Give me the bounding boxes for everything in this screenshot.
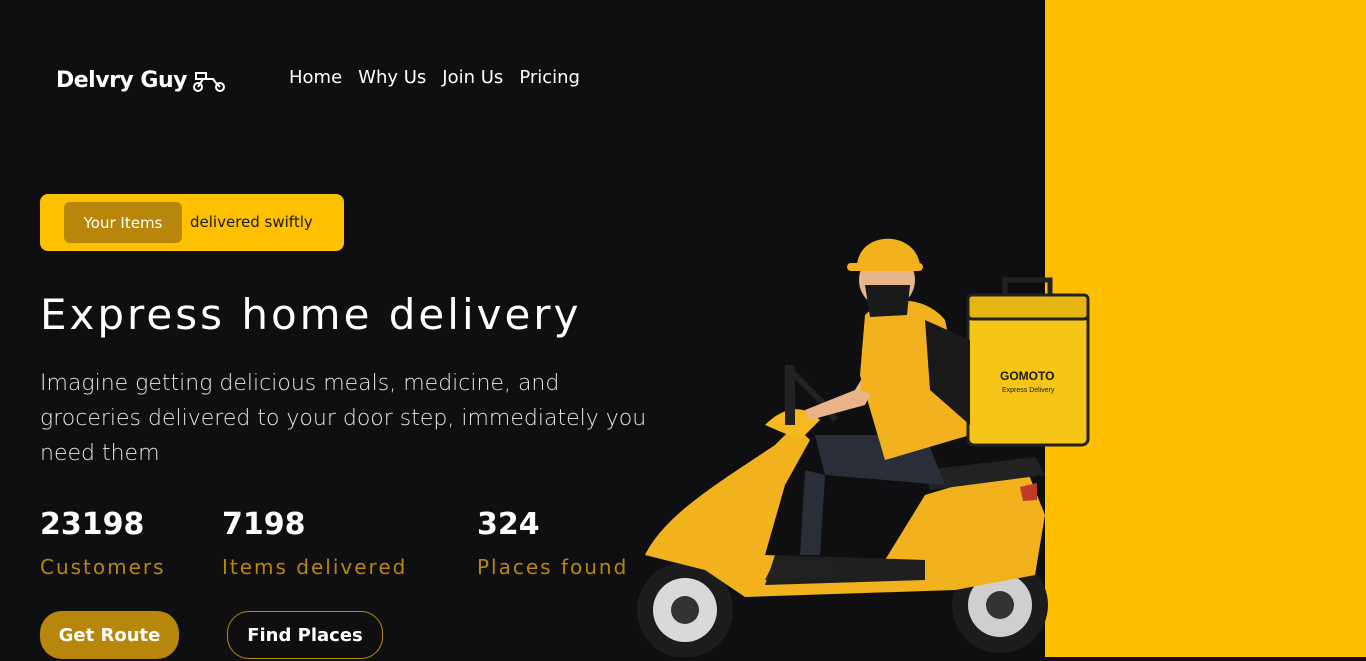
logo[interactable]: Delvry Guy (56, 68, 227, 93)
stat-customers: 23198 Customers (40, 505, 166, 579)
main-nav: Home Why Us Join Us Pricing (289, 67, 580, 88)
hero-subtitle: Imagine getting delicious meals, medicin… (40, 371, 647, 466)
stat-label: Items delivered (222, 555, 408, 579)
scooter-icon (191, 69, 227, 93)
hero-headline: Express home delivery (40, 290, 582, 339)
bag-brand-text: GOMOTO (1000, 369, 1054, 383)
nav-why-us[interactable]: Why Us (358, 67, 426, 88)
hero-badge: Your Items delivered swiftly (40, 194, 344, 251)
stat-places-found: 324 Places found (477, 505, 628, 579)
find-places-button[interactable]: Find Places (227, 611, 383, 659)
stat-label: Places found (477, 555, 629, 579)
delivery-rider-illustration: GOMOTO Express Delivery (625, 225, 1095, 658)
stat-value: 23198 (40, 507, 145, 542)
nav-home[interactable]: Home (289, 67, 342, 88)
nav-pricing[interactable]: Pricing (519, 67, 580, 88)
stat-value: 7198 (222, 507, 306, 542)
stat-label: Customers (40, 555, 166, 579)
nav-join-us[interactable]: Join Us (442, 67, 503, 88)
badge-text: delivered swiftly (190, 213, 313, 231)
bag-tagline-text: Express Delivery (1002, 387, 1055, 394)
logo-text: Delvry Guy (56, 68, 187, 93)
get-route-button[interactable]: Get Route (40, 611, 179, 659)
stat-items-delivered: 7198 Items delivered (222, 505, 407, 579)
badge-pill: Your Items (64, 202, 182, 243)
stat-value: 324 (477, 507, 540, 542)
